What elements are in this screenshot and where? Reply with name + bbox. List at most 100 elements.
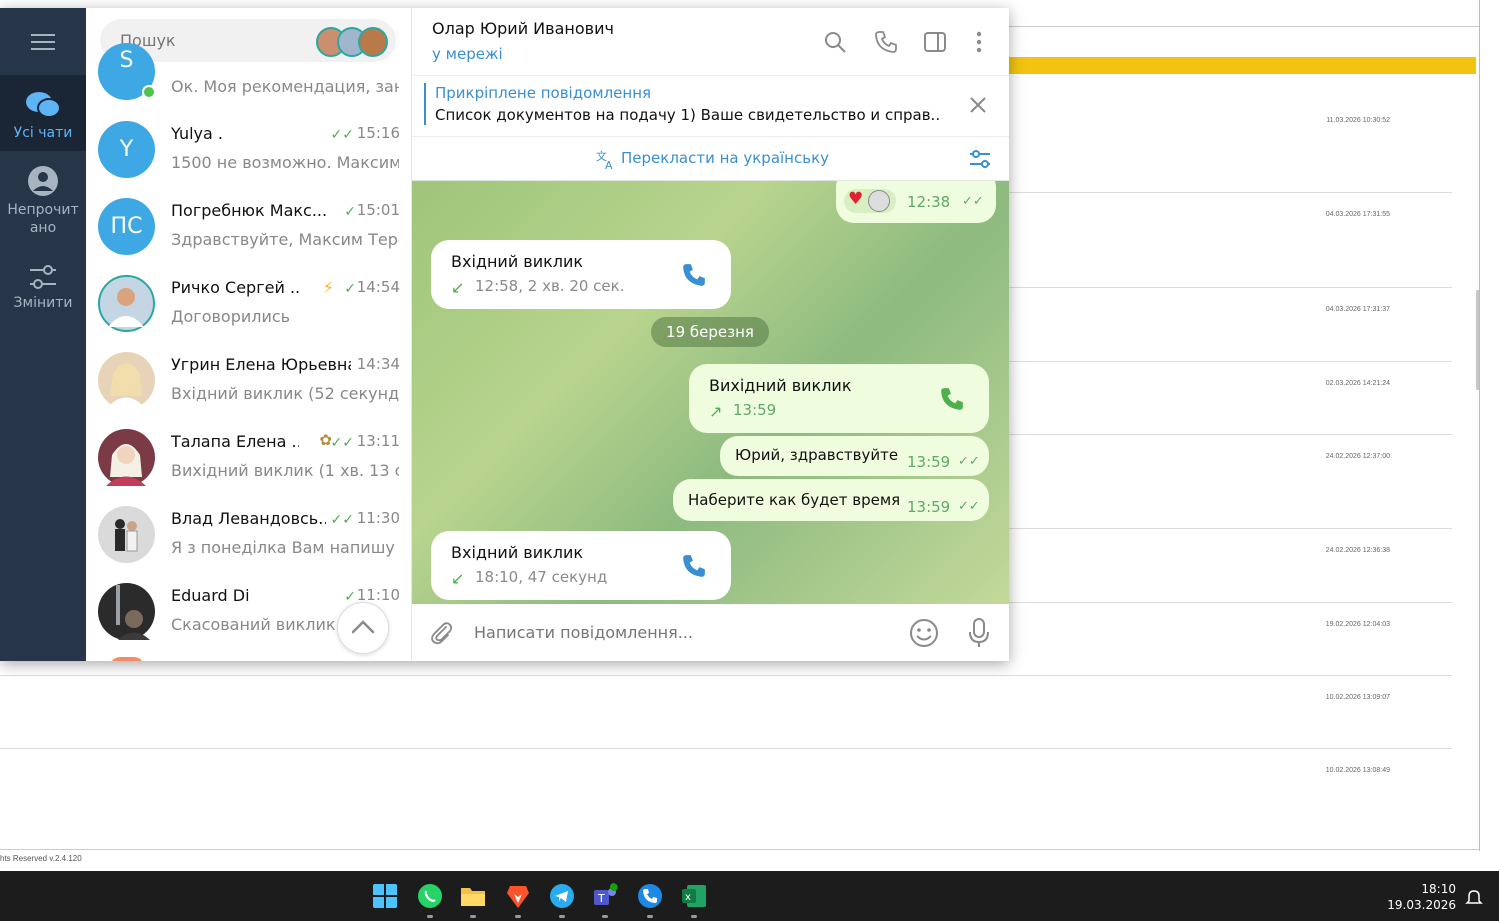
timestamp: 04.03.2026 17:31:55 (1325, 211, 1390, 218)
table-row[interactable]: 10.02.2026 13:09:07 (0, 676, 1452, 749)
double-check-icon: ✓✓ (958, 499, 980, 514)
folder-unread[interactable]: Непрочит ано (0, 165, 86, 237)
chat-item[interactable]: Ричко Сергей ... ⚡ ✓ 14:54 Договорились (86, 265, 411, 342)
windows-start-icon[interactable] (372, 883, 398, 909)
clock-time: 18:10 (1421, 882, 1456, 896)
menu-button[interactable] (0, 8, 86, 75)
phone-icon[interactable] (874, 30, 898, 54)
chat-item[interactable]: Y Yulya . ✓✓ 15:16 1500 не возможно. Мак… (86, 111, 411, 188)
heart-icon: ♥ (848, 189, 864, 209)
divider (0, 849, 1480, 850)
message-time: 12:38 (907, 193, 951, 211)
running-indicator (470, 915, 476, 918)
running-indicator (691, 915, 697, 918)
search-icon[interactable] (823, 30, 847, 54)
timestamp: 02.03.2026 14:21:24 (1325, 380, 1390, 387)
call-title: Вхідний виклик (451, 252, 584, 271)
couple-photo-icon (115, 519, 138, 552)
chat-name: Талапа Елена ... (171, 432, 299, 451)
avatar: Y (98, 121, 155, 178)
person-photo-icon (116, 585, 150, 640)
message-time: 13:59 (907, 498, 951, 516)
avatar (98, 275, 155, 332)
person-photo-icon (106, 363, 146, 409)
chat-item[interactable]: Влад Левандовсь... ✓✓ 11:30 Я з понеділк… (86, 496, 411, 573)
hamburger-icon (31, 34, 55, 50)
chat-item[interactable]: Талапа Елена ... ✿ ✓✓ 13:11 Вихідний вик… (86, 419, 411, 496)
pinned-message[interactable]: Прикріплене повідомлення Список документ… (412, 76, 1009, 137)
phone-app-icon[interactable] (637, 883, 663, 909)
chat-item[interactable]: ПС Погребнюк Макс... ✓ 15:01 Здравствуйт… (86, 188, 411, 265)
messages-area[interactable]: ♥ 12:38 ✓✓ Вхідний виклик ↙ 12:58, 2 хв.… (412, 181, 1009, 604)
whatsapp-icon[interactable] (417, 883, 443, 909)
online-indicator (142, 85, 156, 99)
chat-title[interactable]: Олар Юрий Иванович (432, 19, 614, 38)
call-message[interactable]: Вхідний виклик ↙ 18:10, 47 секунд (431, 531, 731, 600)
text-message[interactable]: Наберите как будет время 13:59 ✓✓ (673, 479, 989, 521)
chat-preview: Вихідний виклик (1 хв. 13 се... (171, 461, 399, 480)
telegram-icon[interactable] (549, 883, 575, 909)
chat-preview: 1500 не возможно. Максим... (171, 153, 399, 172)
brave-browser-icon[interactable] (505, 883, 531, 909)
folder-edit[interactable]: Змінити (0, 264, 86, 312)
incoming-arrow-icon: ↙ (451, 569, 465, 588)
taskbar: T x 18:10 19.03.2026 (0, 871, 1499, 921)
chat-time: 15:01 (356, 201, 400, 219)
avatar: ПС (98, 198, 155, 255)
translate-button[interactable]: Перекласти на українську (621, 149, 829, 167)
running-indicator (427, 915, 433, 918)
svg-text:A: A (605, 159, 613, 170)
text-message[interactable]: Юрий, здравствуйте 13:59 ✓✓ (720, 436, 989, 476)
notification-icon[interactable] (1465, 888, 1483, 906)
sidebar-toggle-icon[interactable] (923, 30, 947, 54)
translate-bar[interactable]: 文A Перекласти на українську (412, 137, 1009, 181)
phone-icon[interactable] (681, 262, 707, 288)
message-input[interactable] (474, 604, 874, 661)
chevron-up-icon (351, 620, 375, 634)
avatar (98, 352, 155, 409)
person-photo-icon (106, 444, 146, 486)
emoji-icon[interactable] (909, 618, 939, 648)
message-composer (412, 604, 1009, 661)
timestamp: 04.03.2026 17:31:37 (1325, 306, 1390, 313)
chat-name: Ричко Сергей ... (171, 278, 299, 297)
chat-item[interactable]: Угрин Елена Юрьевна 14:34 Вхідний виклик… (86, 342, 411, 419)
chat-preview: Вхідний виклик (52 секунди) (171, 384, 399, 403)
phone-icon[interactable] (939, 386, 965, 412)
teams-icon[interactable]: T (592, 883, 618, 909)
call-title: Вхідний виклик (451, 543, 584, 562)
table-row[interactable]: 10.02.2026 13:08:49 (0, 749, 1452, 822)
running-indicator (647, 915, 653, 918)
scrollbar[interactable] (1476, 290, 1479, 390)
call-message[interactable]: Вхідний виклик ↙ 12:58, 2 хв. 20 сек. (431, 240, 731, 309)
call-message[interactable]: Вихідний виклик ↗ 13:59 (689, 364, 989, 433)
date-separator: 19 березня (651, 317, 769, 347)
folder-label: Змінити (13, 295, 73, 311)
person-photo-icon (108, 288, 144, 327)
chat-time: 15:16 (356, 124, 400, 142)
call-title: Вихідний виклик (709, 376, 852, 395)
attach-icon[interactable] (428, 620, 454, 646)
phone-icon[interactable] (681, 553, 707, 579)
chat-preview: Ок. Моя рекомендация, зан... (171, 77, 399, 96)
timestamp: 10.02.2026 13:09:07 (1325, 694, 1390, 701)
settings-sliders-icon[interactable] (968, 149, 992, 169)
running-indicator (602, 915, 608, 918)
chat-item[interactable]: S Ок. Моя рекомендация, зан... (86, 43, 411, 107)
avatar (98, 583, 155, 640)
excel-icon[interactable]: x (681, 883, 707, 909)
microphone-icon[interactable] (967, 617, 991, 649)
timestamp: 11.03.2026 10:30:52 (1326, 117, 1390, 124)
running-indicator (515, 915, 521, 918)
double-check-icon: ✓✓ (330, 435, 354, 451)
double-check-icon: ✓✓ (962, 194, 984, 209)
more-vertical-icon[interactable] (967, 30, 991, 54)
file-explorer-icon[interactable] (460, 883, 486, 909)
message-bubble[interactable]: ♥ 12:38 ✓✓ (836, 181, 996, 223)
system-clock[interactable]: 18:10 19.03.2026 (1387, 881, 1456, 913)
close-icon[interactable] (969, 96, 987, 114)
incoming-arrow-icon: ↙ (451, 278, 465, 297)
scroll-to-top-button[interactable] (337, 602, 389, 654)
folder-all-chats[interactable]: Усі чати (0, 75, 86, 151)
message-text: Наберите как будет время (688, 491, 901, 509)
